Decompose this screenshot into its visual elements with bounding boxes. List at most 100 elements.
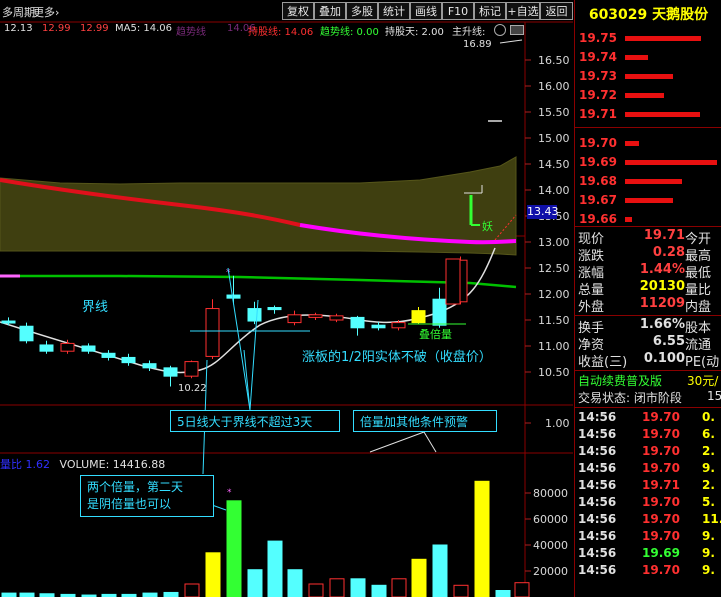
volume-bar xyxy=(474,480,490,597)
tick-list: 14:56 19.70 0. 14:56 19.70 6. 14:56 19.70 2. 14:5… xyxy=(575,407,721,577)
tick-time: 14:56 xyxy=(578,563,617,577)
current-price-tag: 13.43 xyxy=(527,205,559,219)
tick-row: 14:56 19.71 2. xyxy=(575,478,721,495)
tick-row: 14:56 19.70 11. xyxy=(575,512,721,529)
order-book-row: 19.70 xyxy=(575,135,721,153)
order-price: 19.66 xyxy=(579,212,617,226)
tick-price: 19.70 xyxy=(642,563,680,577)
quote-value: 1.44% xyxy=(639,262,685,277)
order-volume-bar xyxy=(625,160,717,165)
auto-renew-row[interactable]: 自动续费普及版 30元/ xyxy=(575,370,721,388)
price-axis-label: 11.00 xyxy=(538,340,570,353)
quote-value: 19.71 xyxy=(643,228,685,243)
volume-star-marker: * xyxy=(227,488,232,498)
order-price: 19.69 xyxy=(579,155,617,169)
quote-row: 换手 1.66% 股本 xyxy=(575,317,721,336)
quote-panel: 603029 天鹅股份 19.75 19.74 19.73 19.72 19.71 19.… xyxy=(574,0,721,597)
trade-status-text: 交易状态: 闭市阶段 xyxy=(578,391,682,405)
order-volume-bar xyxy=(625,93,664,98)
candle-body xyxy=(163,367,178,377)
price-axis-label: 15.50 xyxy=(538,106,570,119)
tick-time: 14:56 xyxy=(578,410,617,424)
order-volume-bar xyxy=(625,141,639,146)
warn-pointer-b xyxy=(423,431,437,453)
price-axis-label: 12.50 xyxy=(538,262,570,275)
tick-price: 19.70 xyxy=(642,444,680,458)
quote-row: 收益(三) 0.100 PE(动 xyxy=(575,351,721,370)
quote-value: 0.28 xyxy=(652,245,685,260)
candle-body xyxy=(267,307,282,311)
tick-row: 14:56 19.70 2. xyxy=(575,444,721,461)
tick-price: 19.70 xyxy=(642,529,680,543)
volume-bar xyxy=(308,583,324,597)
tick-row: 14:56 19.70 6. xyxy=(575,427,721,444)
order-book-row: 19.67 xyxy=(575,192,721,210)
stock-name: 天鹅股份 xyxy=(652,7,709,23)
boundary-line xyxy=(0,274,517,289)
order-price: 19.72 xyxy=(579,88,617,102)
candle-body xyxy=(371,324,386,329)
price-axis-label: 13.00 xyxy=(538,236,570,249)
price-axis-label: 16.00 xyxy=(538,80,570,93)
tick-volume: 9. xyxy=(702,546,715,560)
volume-bar xyxy=(371,584,387,597)
tick-row: 14:56 19.70 9. xyxy=(575,461,721,478)
ma5-note: 5日线大于界线不超过3天 xyxy=(177,415,313,429)
tick-row: 14:56 19.70 0. xyxy=(575,410,721,427)
order-price: 19.75 xyxy=(579,31,617,45)
candle-body xyxy=(391,322,406,329)
candle-body xyxy=(432,298,447,326)
volume-bar xyxy=(495,590,511,597)
candle-body xyxy=(39,344,54,352)
order-price: 19.73 xyxy=(579,69,617,83)
two-volume-note-box: 两个倍量，第二天 是阴倍量也可以 xyxy=(80,475,214,517)
quote-value: 20130 xyxy=(639,279,685,294)
yao-label: 妖 xyxy=(482,220,493,233)
volume-axis-label: 20000 xyxy=(533,565,568,578)
indicator-axis-label: 1.00 xyxy=(545,417,570,430)
tick-volume: 0. xyxy=(702,410,715,424)
candle-body xyxy=(142,363,157,369)
tick-volume: 6. xyxy=(702,427,715,441)
quote-block-2: 换手 1.66% 股本 净资 6.55 流通 收益(三) 0.100 PE(动 xyxy=(575,315,721,370)
order-volume-bar xyxy=(625,74,673,79)
candle-body xyxy=(60,342,75,352)
volume-bar xyxy=(391,578,407,597)
beiliang-label: 叠倍量 xyxy=(419,328,452,341)
quote-label: 外盘 xyxy=(578,300,605,315)
volume-ratio-tag: 量比 xyxy=(0,458,22,471)
tick-price: 19.70 xyxy=(642,427,680,441)
auto-renew-text[interactable]: 自动续费普及版 xyxy=(578,372,662,389)
high-pointer xyxy=(499,39,523,44)
quote-row: 外盘 11209 内盘 xyxy=(575,296,721,315)
tick-time: 14:56 xyxy=(578,461,617,475)
tick-row: 14:56 19.70 9. xyxy=(575,529,721,546)
order-price: 19.74 xyxy=(579,50,617,64)
volume-bar xyxy=(205,552,221,597)
tick-time: 14:56 xyxy=(578,444,617,458)
candle-body xyxy=(1,320,16,324)
order-price: 19.67 xyxy=(579,193,617,207)
quote-row: 现价 19.71 今开 xyxy=(575,228,721,247)
auto-renew-price: 30元/ xyxy=(687,374,719,388)
beiliang-warn-box: 倍量加其他条件预警 xyxy=(353,410,497,432)
candle-body xyxy=(226,294,241,299)
volume-bar xyxy=(267,540,283,597)
volume-bar xyxy=(514,582,530,597)
candle-body xyxy=(205,308,220,357)
order-price: 19.70 xyxy=(579,136,617,150)
tick-price: 19.70 xyxy=(642,461,680,475)
tick-price: 19.71 xyxy=(642,478,680,492)
order-price: 19.71 xyxy=(579,107,617,121)
volume-header: 量比 1.62 VOLUME: 14416.88 xyxy=(0,456,165,472)
quote-value: 0.100 xyxy=(643,351,685,366)
volume-bar xyxy=(350,578,366,597)
candle-body xyxy=(19,325,34,342)
price-axis-label: 11.50 xyxy=(538,314,570,327)
volume-bar xyxy=(453,584,469,597)
quote-row: 净资 6.55 流通 xyxy=(575,334,721,353)
price-axis-label: 14.50 xyxy=(538,158,570,171)
volume-axis-label: 40000 xyxy=(533,539,568,552)
tick-volume: 2. xyxy=(702,444,715,458)
order-volume-bar xyxy=(625,217,633,222)
